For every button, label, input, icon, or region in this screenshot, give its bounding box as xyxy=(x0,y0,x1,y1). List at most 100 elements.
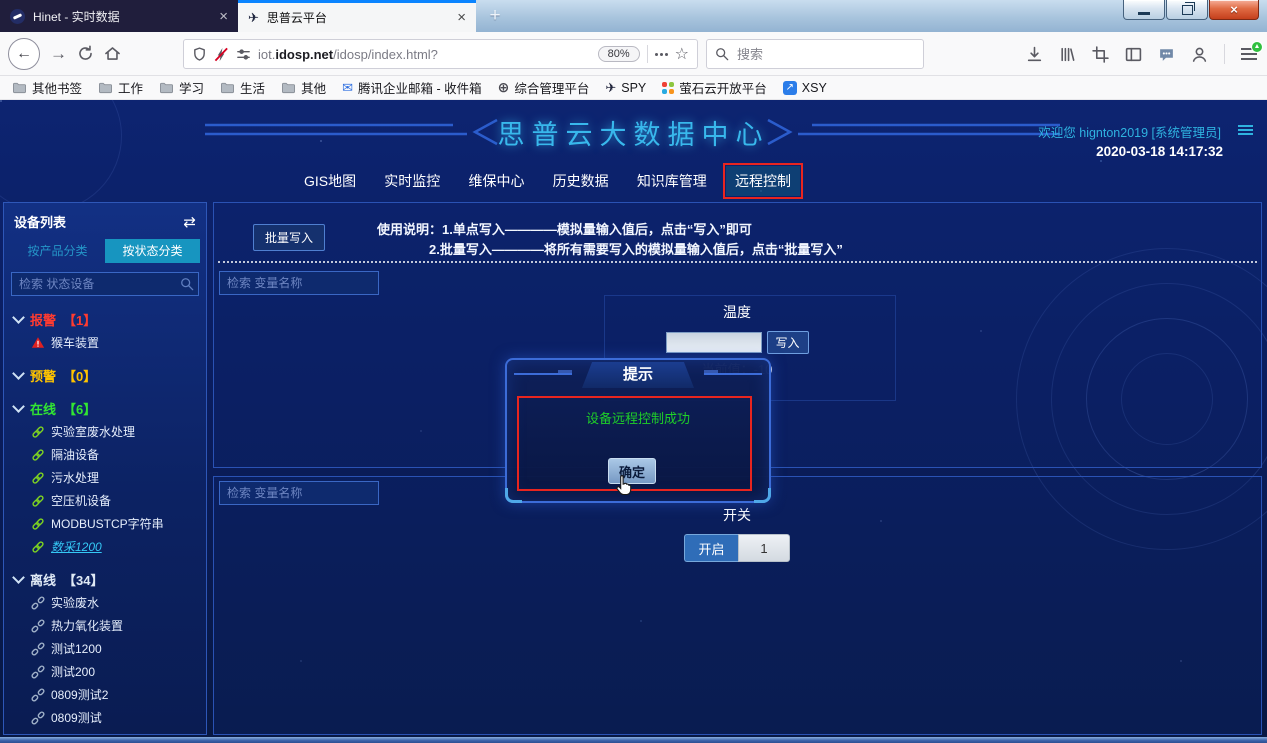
browser-search-box[interactable] xyxy=(706,39,924,69)
variable-search-input[interactable] xyxy=(219,271,379,295)
search-icon xyxy=(715,47,729,61)
bookmark-management-platform[interactable]: ⊕ 综合管理平台 xyxy=(492,76,596,99)
broken-link-icon xyxy=(31,596,45,610)
folder-icon xyxy=(159,81,174,94)
link-icon xyxy=(31,471,45,485)
folder-icon xyxy=(12,81,27,94)
account-icon[interactable] xyxy=(1191,46,1208,63)
variable-search-input[interactable] xyxy=(219,481,379,505)
sidebar-tab-by-product[interactable]: 按产品分类 xyxy=(10,239,105,263)
usage-instructions: 使用说明：1.单点写入————模拟量输入值后，点击“写入”即可 2.批量写入——… xyxy=(377,220,843,260)
forward-button[interactable]: → xyxy=(50,44,67,64)
bookmark-folder-life[interactable]: 生活 xyxy=(214,76,271,99)
home-button[interactable] xyxy=(104,45,121,62)
bookmark-ezviz-platform[interactable]: 萤石云开放平台 xyxy=(656,76,773,99)
minimize-button[interactable] xyxy=(1123,0,1165,20)
device-item[interactable]: 热力氧化装置 xyxy=(31,614,206,637)
browser-tab-sipu[interactable]: ✈ 思普云平台 × xyxy=(238,0,476,32)
downloads-icon[interactable] xyxy=(1026,46,1043,63)
device-item[interactable]: MODBUSTCP字符串 xyxy=(31,512,206,535)
tracking-shield-icon[interactable] xyxy=(192,47,207,62)
browser-tab-hinet[interactable]: Hinet - 实时数据 × xyxy=(0,0,238,32)
broken-link-icon xyxy=(31,734,45,736)
device-item[interactable]: 污水处理 xyxy=(31,466,206,489)
device-item[interactable]: 空压机设备 xyxy=(31,489,206,512)
device-item-selected[interactable]: 数采1200 xyxy=(31,535,206,558)
main-nav: GIS地图 实时监控 维保中心 历史数据 知识库管理 远程控制 xyxy=(295,166,800,196)
write-button[interactable]: 写入 xyxy=(767,331,809,354)
sidebars-icon[interactable] xyxy=(1125,46,1142,63)
welcome-text: 欢迎您 hignton2019 [系统管理员] xyxy=(1038,122,1221,141)
tab-close-icon[interactable]: × xyxy=(457,10,466,25)
close-button[interactable]: × xyxy=(1209,0,1259,20)
device-search-input[interactable] xyxy=(11,272,199,296)
device-item[interactable]: 测试0815 xyxy=(31,729,206,735)
search-icon[interactable] xyxy=(180,277,194,291)
menu-icon[interactable] xyxy=(1241,48,1257,60)
swap-columns-icon[interactable]: ⇄ xyxy=(183,213,196,231)
nav-tab-knowledge[interactable]: 知识库管理 xyxy=(628,166,716,196)
permissions-icon[interactable] xyxy=(236,47,251,62)
bookmark-spy[interactable]: ✈ SPY xyxy=(599,78,652,98)
screenshot-icon[interactable] xyxy=(1092,46,1109,63)
batch-write-button[interactable]: 批量写入 xyxy=(253,224,325,251)
device-item[interactable]: 测试1200 xyxy=(31,637,206,660)
new-tab-button[interactable]: + xyxy=(482,3,508,29)
sidebar-tab-by-status[interactable]: 按状态分类 xyxy=(105,239,200,263)
nav-tab-realtime[interactable]: 实时监控 xyxy=(375,166,449,196)
url-bar[interactable]: iot.idosp.net/idosp/index.html? 80% ☆ xyxy=(183,39,698,69)
globe-icon: ⊕ xyxy=(498,79,510,96)
device-item[interactable]: 测试200 xyxy=(31,660,206,683)
restore-button[interactable] xyxy=(1166,0,1208,20)
device-item[interactable]: 实验室废水处理 xyxy=(31,420,206,443)
bookmarks-bar: 其他书签 工作 学习 生活 其他 ✉ 腾讯企业邮箱 - 收件箱 ⊕ 综合管理平台… xyxy=(0,76,1267,100)
tab-close-icon[interactable]: × xyxy=(219,9,228,24)
user-menu-icon[interactable] xyxy=(1238,125,1253,136)
insecure-connection-icon[interactable] xyxy=(214,47,229,62)
nav-tab-maintenance[interactable]: 维保中心 xyxy=(459,166,533,196)
switch-widget: 开关 开启 1 xyxy=(594,505,880,562)
bookmark-folder-work[interactable]: 工作 xyxy=(92,76,149,99)
dialog-deco-right xyxy=(704,373,762,375)
page-content: 思普云大数据中心 欢迎您 hignton2019 [系统管理员] 2020-03… xyxy=(0,100,1267,737)
bookmark-tencent-mail[interactable]: ✉ 腾讯企业邮箱 - 收件箱 xyxy=(336,76,488,99)
variable-label: 温度 xyxy=(594,302,880,322)
switch-on-button[interactable]: 开启 xyxy=(684,534,738,562)
nav-tab-remote-control[interactable]: 远程控制 xyxy=(726,166,800,196)
group-online[interactable]: 在线 【6】 xyxy=(14,396,206,420)
group-offline[interactable]: 离线 【34】 xyxy=(14,567,206,591)
broken-link-icon xyxy=(31,665,45,679)
browser-search-input[interactable] xyxy=(735,46,889,63)
window-controls: × xyxy=(1122,0,1259,20)
temperature-value-input[interactable] xyxy=(666,332,762,353)
device-item[interactable]: 隔油设备 xyxy=(31,443,206,466)
broken-link-icon xyxy=(31,619,45,633)
bookmark-folder-misc[interactable]: 其他 xyxy=(275,76,332,99)
zoom-level-badge[interactable]: 80% xyxy=(598,46,640,62)
nav-tab-history[interactable]: 历史数据 xyxy=(544,166,618,196)
group-alarm[interactable]: 报警 【1】 xyxy=(14,307,206,331)
back-button[interactable]: ← xyxy=(8,38,40,70)
refresh-button[interactable] xyxy=(77,45,94,62)
chat-bubble-icon[interactable] xyxy=(1158,46,1175,63)
device-item[interactable]: 0809测试 xyxy=(31,706,206,729)
link-icon xyxy=(31,540,45,554)
sipu-favicon-icon: ✈ xyxy=(248,10,259,26)
bookmark-star-icon[interactable]: ☆ xyxy=(675,44,689,64)
nav-tab-gis-map[interactable]: GIS地图 xyxy=(295,166,365,196)
bookmark-xsy[interactable]: ↗ XSY xyxy=(777,79,833,97)
device-item[interactable]: 猴车装置 xyxy=(31,331,206,354)
device-item[interactable]: 实验废水 xyxy=(31,591,206,614)
url-text[interactable]: iot.idosp.net/idosp/index.html? xyxy=(258,47,591,62)
library-icon[interactable] xyxy=(1059,46,1076,63)
dialog-title: 提示 xyxy=(582,362,694,388)
chevron-down-icon xyxy=(12,400,25,413)
update-badge-icon xyxy=(1251,41,1263,53)
group-warning[interactable]: 预警 【0】 xyxy=(14,363,206,387)
link-icon xyxy=(31,425,45,439)
device-item[interactable]: 0809测试2 xyxy=(31,683,206,706)
bookmark-folder-other-bookmarks[interactable]: 其他书签 xyxy=(6,76,88,99)
bookmark-folder-study[interactable]: 学习 xyxy=(153,76,210,99)
page-actions-icon[interactable] xyxy=(655,53,668,56)
browser-window: Hinet - 实时数据 × ✈ 思普云平台 × + × ← → xyxy=(0,0,1267,743)
